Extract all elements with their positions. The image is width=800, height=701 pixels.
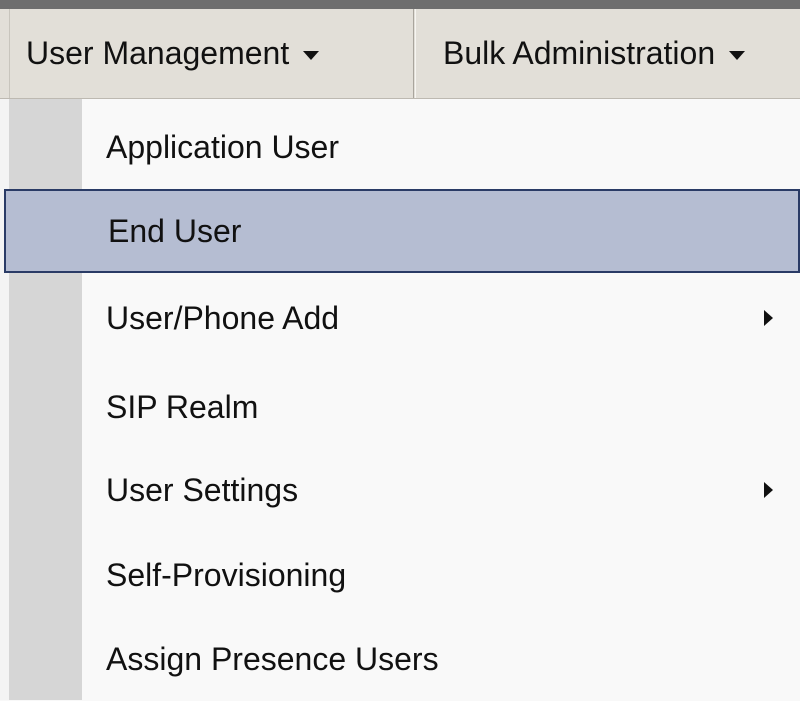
user-management-dropdown: Application User End User User/Phone Add… <box>0 99 800 700</box>
menu-item-label: User/Phone Add <box>106 299 340 336</box>
chevron-down-icon <box>303 51 320 60</box>
menu-bulk-administration-label: Bulk Administration <box>443 35 716 71</box>
menu-item-label: Application User <box>106 128 339 165</box>
menu-item-assign-presence-users[interactable]: Assign Presence Users <box>0 617 800 701</box>
chevron-down-icon <box>729 51 746 60</box>
menu-item-end-user[interactable]: End User <box>4 189 800 273</box>
menu-item-label: End User <box>108 212 242 249</box>
menu-item-user-settings[interactable]: User Settings <box>0 448 800 532</box>
menu-bulk-administration[interactable]: Bulk Administration <box>415 9 800 98</box>
menu-item-application-user[interactable]: Application User <box>0 105 800 189</box>
menu-item-label: User Settings <box>106 471 299 508</box>
menu-bar: User Management Bulk Administration <box>0 9 800 99</box>
menu-item-label: SIP Realm <box>106 388 259 425</box>
menu-item-label: Self-Provisioning <box>106 556 347 593</box>
window-top-border <box>0 0 800 9</box>
menu-user-management-label: User Management <box>26 35 290 71</box>
menu-item-label: Assign Presence Users <box>106 640 439 677</box>
chevron-right-icon <box>764 482 773 498</box>
menu-item-user-phone-add[interactable]: User/Phone Add <box>0 276 800 360</box>
chevron-right-icon <box>764 310 773 326</box>
menu-item-self-provisioning[interactable]: Self-Provisioning <box>0 533 800 617</box>
menu-user-management[interactable]: User Management <box>9 9 414 98</box>
menu-item-sip-realm[interactable]: SIP Realm <box>0 365 800 449</box>
